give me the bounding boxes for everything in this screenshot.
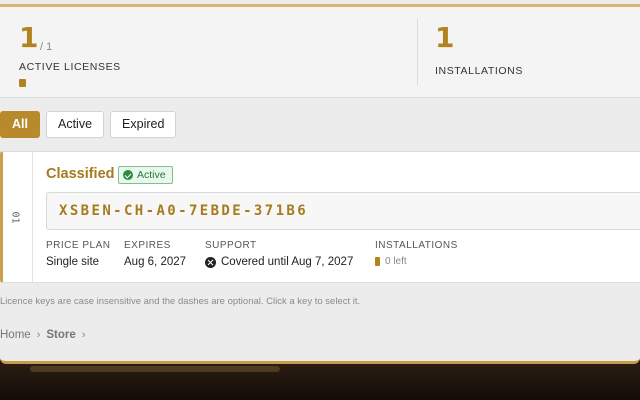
tab-expired[interactable]: Expired: [110, 111, 177, 138]
footer-glow-bar: [30, 366, 280, 372]
meta-price-plan: PRICE PLAN Single site: [46, 240, 110, 268]
installations-label: INSTALLATIONS: [435, 65, 523, 77]
filter-tabs: All Active Expired: [0, 111, 177, 138]
active-licenses-count: 1: [19, 21, 39, 54]
breadcrumb-store[interactable]: Store: [46, 329, 75, 341]
stat-active-licenses: 1 / 1 ACTIVE LICENSES: [0, 19, 418, 87]
expires-value: Aug 6, 2027: [124, 256, 187, 268]
license-key-note: Licence keys are case insensitive and th…: [0, 296, 361, 307]
installations-meta-label: INSTALLATIONS: [375, 240, 458, 251]
chevron-right-icon: ›: [36, 329, 41, 341]
license-key[interactable]: XSBEN-CH-A0-7EBDE-371B6: [59, 203, 308, 219]
check-circle-icon: [123, 170, 133, 180]
active-licenses-label: ACTIVE LICENSES: [19, 61, 121, 73]
chevron-right-icon: ›: [81, 329, 86, 341]
status-badge-label: Active: [137, 169, 166, 181]
support-row: Covered until Aug 7, 2027: [205, 256, 353, 268]
active-licenses-bar-icon: [19, 79, 26, 87]
support-value: Covered until Aug 7, 2027: [221, 256, 354, 268]
installations-count: 1: [435, 21, 455, 54]
license-page: 1 / 1 ACTIVE LICENSES 1 INSTALLATIONS Al…: [0, 0, 640, 364]
meta-support: SUPPORT Covered until Aug 7, 2027: [205, 240, 353, 268]
expires-label: EXPIRES: [124, 240, 171, 251]
tab-active[interactable]: Active: [45, 111, 105, 138]
status-badge: Active: [118, 166, 173, 184]
price-plan-label: PRICE PLAN: [46, 240, 111, 251]
installations-left: 0 left: [385, 256, 407, 267]
license-product-name[interactable]: Classified: [46, 166, 115, 182]
price-plan-value: Single site: [46, 256, 100, 268]
meta-installations: INSTALLATIONS 0 left: [375, 240, 458, 267]
license-index-column: 01: [3, 152, 33, 282]
tab-all[interactable]: All: [0, 111, 40, 138]
stat-installations: 1 INSTALLATIONS: [418, 7, 640, 97]
installations-row: 0 left: [375, 256, 458, 267]
breadcrumb: Home › Store ›: [0, 329, 85, 341]
support-label: SUPPORT: [205, 240, 257, 251]
background-footer: [0, 364, 640, 400]
meta-expires: EXPIRES Aug 6, 2027: [124, 240, 186, 268]
breadcrumb-home[interactable]: Home: [0, 329, 31, 341]
license-index: 01: [9, 211, 21, 224]
license-card: 01 Classified Active XSBEN-CH-A0-7EBDE-3…: [0, 151, 640, 283]
active-licenses-total: / 1: [40, 41, 53, 53]
license-key-box[interactable]: XSBEN-CH-A0-7EBDE-371B6: [46, 192, 640, 230]
x-circle-icon: [205, 256, 216, 268]
installations-bar-icon: [375, 257, 380, 266]
stats-panel: 1 / 1 ACTIVE LICENSES 1 INSTALLATIONS: [0, 4, 640, 98]
